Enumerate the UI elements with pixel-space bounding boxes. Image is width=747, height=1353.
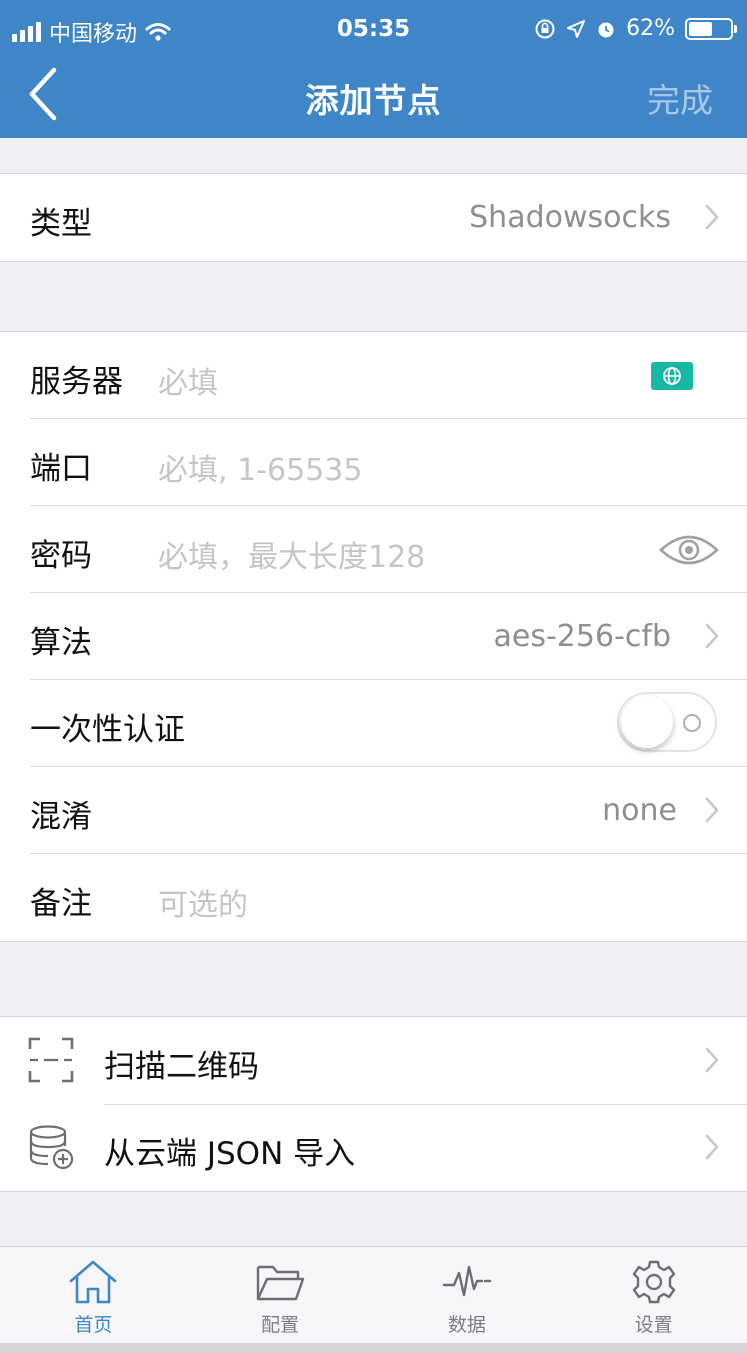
tab-settings[interactable]: 设置 <box>560 1247 747 1343</box>
port-label: 端口 <box>30 451 92 487</box>
scan-qr-label: 扫描二维码 <box>104 1049 259 1085</box>
gear-icon <box>632 1260 675 1304</box>
tab-bar: 首页 配置 数据 设置 <box>0 1246 747 1343</box>
eye-icon[interactable] <box>659 532 719 568</box>
rotation-lock-icon <box>535 19 555 38</box>
database-add-icon <box>29 1125 74 1170</box>
chevron-right-icon <box>705 623 719 649</box>
tab-settings-label: 设置 <box>634 1314 673 1336</box>
remark-label: 备注 <box>30 886 92 922</box>
remark-input[interactable]: 可选的 <box>158 880 248 924</box>
type-value: Shadowsocks <box>469 200 671 235</box>
toggle-off-indicator <box>683 714 701 732</box>
status-bar: 中国移动 05:35 62% <box>0 10 747 54</box>
chevron-right-icon <box>705 1134 719 1160</box>
tab-home-label: 首页 <box>74 1314 113 1336</box>
type-group: 类型 Shadowsocks <box>0 173 747 262</box>
battery-percent: 62% <box>626 16 675 41</box>
pulse-icon <box>442 1265 492 1297</box>
obfs-value: none <box>602 793 677 828</box>
tab-data-label: 数据 <box>447 1314 486 1336</box>
tab-config[interactable]: 配置 <box>187 1247 374 1343</box>
page-title: 添加节点 <box>305 81 442 120</box>
password-row: 密码 必填，最大长度128 <box>30 506 747 593</box>
cipher-label: 算法 <box>30 625 92 661</box>
scan-qr-row[interactable]: 扫描二维码 <box>0 1017 747 1105</box>
screen: 中国移动 05:35 62% 添加节点 完成 类型 Shadowsocks 服务… <box>0 0 747 1353</box>
remark-row: 备注 可选的 <box>30 854 747 941</box>
port-row: 端口 必填, 1-65535 <box>30 419 747 506</box>
server-form: 服务器 必填 端口 必填, 1-65535 密码 必填，最大长度128 算法 a… <box>0 331 747 942</box>
cipher-row[interactable]: 算法 aes-256-cfb <box>30 593 747 680</box>
cipher-value: aes-256-cfb <box>493 619 671 654</box>
done-button[interactable]: 完成 <box>647 74 713 122</box>
obfs-label: 混淆 <box>30 799 92 835</box>
battery-fill <box>689 21 713 36</box>
ota-row: 一次性认证 <box>30 680 747 767</box>
ota-toggle[interactable] <box>617 692 717 752</box>
password-label: 密码 <box>30 538 92 574</box>
chevron-right-icon <box>705 1047 719 1073</box>
password-input[interactable]: 必填，最大长度128 <box>158 532 425 576</box>
alarm-icon <box>598 22 614 37</box>
import-group: 扫描二维码 从云端 JSON 导入 <box>0 1016 747 1192</box>
obfs-row[interactable]: 混淆 none <box>30 767 747 854</box>
home-icon <box>70 1260 117 1304</box>
port-input[interactable]: 必填, 1-65535 <box>158 445 362 489</box>
nav-bar: 添加节点 完成 <box>0 54 747 138</box>
folder-icon <box>256 1265 305 1301</box>
location-icon <box>567 19 586 38</box>
cloud-json-row[interactable]: 从云端 JSON 导入 <box>0 1104 747 1191</box>
battery-icon <box>685 17 737 40</box>
type-row[interactable]: 类型 Shadowsocks <box>30 174 747 261</box>
tab-data[interactable]: 数据 <box>374 1247 561 1343</box>
tab-config-label: 配置 <box>261 1314 300 1336</box>
cloud-json-label: 从云端 JSON 导入 <box>104 1136 356 1172</box>
top-bar: 中国移动 05:35 62% 添加节点 完成 <box>0 0 747 138</box>
scan-icon <box>28 1037 74 1083</box>
toggle-knob <box>621 696 673 748</box>
bottom-strip <box>0 1343 747 1353</box>
ota-label: 一次性认证 <box>30 712 185 748</box>
globe-button[interactable] <box>651 362 693 390</box>
chevron-right-icon <box>705 204 719 230</box>
chevron-right-icon <box>705 797 719 823</box>
server-label: 服务器 <box>30 364 123 400</box>
status-right: 62% <box>534 16 737 41</box>
type-label: 类型 <box>30 206 92 242</box>
server-input[interactable]: 必填 <box>158 358 218 402</box>
globe-icon <box>663 367 681 385</box>
tab-home[interactable]: 首页 <box>0 1247 187 1343</box>
server-row: 服务器 必填 <box>30 332 747 419</box>
